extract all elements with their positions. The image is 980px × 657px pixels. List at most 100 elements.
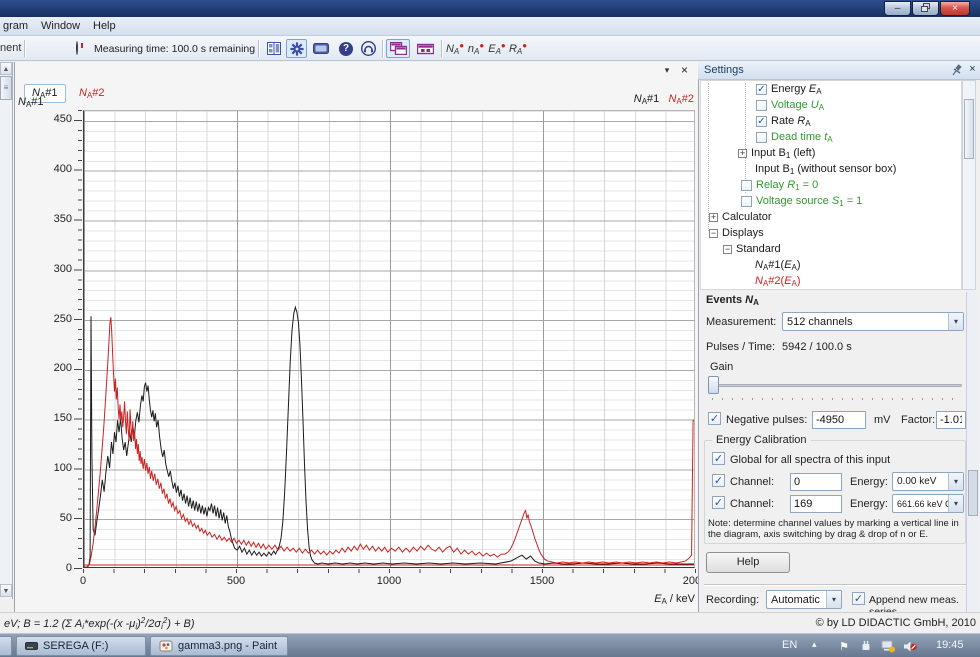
- comment-label-partial[interactable]: nent: [0, 42, 21, 54]
- dropdown-arrow-icon[interactable]: ▾: [948, 313, 963, 330]
- taskbar-partial-button[interactable]: [0, 636, 12, 656]
- audio-commentary-button[interactable]: [358, 39, 378, 58]
- dropdown-arrow-icon[interactable]: ▾: [948, 473, 963, 490]
- tree-item-rate[interactable]: ✓Rate RA: [701, 113, 961, 129]
- cascade-windows-button-2[interactable]: [413, 39, 437, 58]
- layout-grid-button[interactable]: [263, 39, 284, 58]
- global-calibration-checkbox[interactable]: ✓: [712, 452, 725, 465]
- display-button[interactable]: [310, 39, 332, 58]
- close-button[interactable]: ×: [940, 1, 970, 16]
- y-axis-quantity-label[interactable]: NA#1: [18, 96, 44, 109]
- quantity-button-EA[interactable]: EA●: [487, 39, 507, 58]
- scrollbar-thumb[interactable]: ≡: [0, 76, 12, 100]
- settings-close-icon: ×: [969, 63, 975, 75]
- checkbox-checked-icon[interactable]: ✓: [756, 116, 767, 127]
- tree-item-dead-time[interactable]: Dead time tA: [701, 129, 961, 145]
- channel1-input[interactable]: [790, 473, 842, 491]
- quantity-button-NA[interactable]: NA●: [445, 39, 465, 58]
- checkbox-unchecked-icon[interactable]: [741, 196, 752, 207]
- spectrum-plot-area[interactable]: [83, 110, 695, 568]
- menu-window[interactable]: Window: [36, 19, 85, 33]
- collapse-icon[interactable]: −: [723, 245, 732, 254]
- tab-na2[interactable]: NA#2: [72, 84, 112, 103]
- expand-icon[interactable]: +: [738, 149, 747, 158]
- tile-windows-icon: [417, 42, 434, 55]
- pin-icon: [952, 64, 963, 76]
- help-button[interactable]: Help: [706, 552, 790, 573]
- restore-button[interactable]: [912, 1, 939, 16]
- power-plug-icon[interactable]: [858, 638, 874, 654]
- tree-item-energy[interactable]: ✓Energy EA: [701, 81, 961, 97]
- left-scrollbar[interactable]: ▲ ≡ ▼: [0, 62, 13, 599]
- checkbox-unchecked-icon[interactable]: [756, 132, 767, 143]
- language-indicator[interactable]: EN: [782, 639, 797, 651]
- pulses-time-value: 5942 / 100.0 s: [782, 341, 852, 353]
- help-icon: ?: [339, 42, 353, 56]
- measurement-dropdown[interactable]: 512 channels ▾: [782, 312, 964, 331]
- tree-item-na1-display[interactable]: NA#1(EA): [701, 257, 961, 273]
- pin-button[interactable]: [952, 64, 965, 77]
- tree-item-standard[interactable]: −Standard: [701, 241, 961, 257]
- append-series-checkbox[interactable]: ✓: [852, 592, 865, 605]
- quantity-button-nA[interactable]: nA●: [466, 39, 486, 58]
- factor-input[interactable]: [936, 411, 966, 429]
- checkbox-unchecked-icon[interactable]: [756, 100, 767, 111]
- tree-item-na2-display[interactable]: NA#2(EA): [701, 273, 961, 289]
- gain-slider-thumb[interactable]: [708, 376, 719, 394]
- gain-slider-track[interactable]: [708, 384, 962, 387]
- channel2-input[interactable]: [790, 495, 842, 513]
- pane-menu-button[interactable]: ▾: [660, 65, 674, 78]
- copyright-text: © by LD DIDACTIC GmbH, 2010: [700, 617, 976, 629]
- action-center-flag-icon[interactable]: ⚑: [836, 638, 852, 654]
- fit-formula: eV; B = 1.2 (Σ Ai*exp(-(x -μi)2/2σi2) + …: [4, 616, 195, 631]
- legend-na2[interactable]: NA#2: [668, 93, 694, 105]
- panel-scrollbar[interactable]: [966, 292, 979, 612]
- collapse-icon[interactable]: −: [709, 229, 718, 238]
- network-status-icon[interactable]: [880, 638, 896, 654]
- menu-diagram-partial[interactable]: gram: [0, 19, 33, 33]
- tree-item-relay[interactable]: Relay R1 = 0: [701, 177, 961, 193]
- x-axis-label[interactable]: EA / keV: [600, 593, 695, 606]
- channel2-label: Channel:: [730, 498, 774, 510]
- tree-item-calculator[interactable]: +Calculator: [701, 209, 961, 225]
- negative-pulses-input[interactable]: [812, 411, 866, 429]
- toolbar-separator: [24, 40, 25, 57]
- dropdown-arrow-icon[interactable]: ▾: [948, 495, 963, 512]
- cascade-windows-button-1[interactable]: [386, 39, 410, 58]
- quantity-button-RA[interactable]: RA●: [508, 39, 528, 58]
- tree-item-voltage-source[interactable]: Voltage source S1 = 1: [701, 193, 961, 209]
- recording-mode-dropdown[interactable]: Automatic ▾: [766, 590, 842, 609]
- tree-scrollbar-thumb[interactable]: [964, 99, 974, 159]
- menu-help[interactable]: Help: [88, 19, 121, 33]
- taskbar-item-paint[interactable]: gamma3.png - Paint: [150, 636, 288, 656]
- tray-expand-icon[interactable]: ▴: [812, 639, 817, 650]
- checkbox-checked-icon[interactable]: ✓: [756, 84, 767, 95]
- settings-close-button[interactable]: ×: [966, 63, 979, 77]
- dropdown-arrow-icon[interactable]: ▾: [826, 591, 841, 608]
- taskbar-item-explorer[interactable]: SEREGA (F:): [16, 636, 146, 656]
- energy2-dropdown[interactable]: 661.66 keV Cs137 ▾: [892, 494, 964, 513]
- volume-muted-icon[interactable]: [902, 638, 918, 654]
- paint-icon: [159, 639, 173, 653]
- tree-scrollbar[interactable]: [962, 80, 976, 290]
- settings-gear-button[interactable]: [286, 39, 307, 58]
- scroll-up-button[interactable]: ▲: [0, 62, 12, 75]
- minimize-button[interactable]: –: [884, 1, 911, 16]
- help-button-toolbar[interactable]: ?: [336, 39, 356, 58]
- energy1-dropdown[interactable]: 0.00 keV ▾: [892, 472, 964, 491]
- clock-time[interactable]: 19:45: [936, 639, 964, 651]
- scroll-down-button[interactable]: ▼: [0, 584, 12, 597]
- channel2-checkbox[interactable]: ✓: [712, 496, 725, 509]
- checkbox-unchecked-icon[interactable]: [741, 180, 752, 191]
- channel1-checkbox[interactable]: ✓: [712, 474, 725, 487]
- tree-item-voltage[interactable]: Voltage UA: [701, 97, 961, 113]
- panel-scrollbar-thumb[interactable]: [968, 470, 978, 516]
- pulses-time-label: Pulses / Time:: [706, 341, 775, 353]
- tree-item-input-b1-left[interactable]: +Input B1 (left): [701, 145, 961, 161]
- tree-item-input-b1-nosensor[interactable]: Input B1 (without sensor box): [701, 161, 961, 177]
- pane-close-button[interactable]: ×: [677, 63, 692, 78]
- expand-icon[interactable]: +: [709, 213, 718, 222]
- legend-na1[interactable]: NA#1: [634, 93, 660, 105]
- negative-pulses-checkbox[interactable]: ✓: [708, 412, 721, 425]
- tree-item-displays[interactable]: −Displays: [701, 225, 961, 241]
